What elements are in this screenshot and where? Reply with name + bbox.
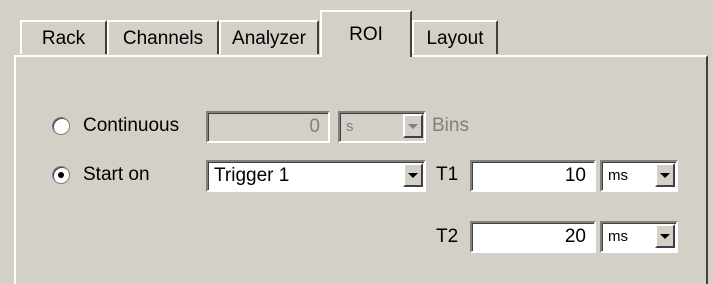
trigger-select[interactable]: Trigger 1: [206, 160, 426, 192]
t2-unit-select[interactable]: ms: [600, 221, 678, 253]
tab-rack[interactable]: Rack: [20, 20, 107, 54]
chevron-down-icon[interactable]: [403, 163, 423, 187]
continuous-unit-select[interactable]: s: [338, 111, 426, 143]
radio-selected-dot: [58, 172, 64, 178]
chevron-down-icon[interactable]: [655, 163, 675, 187]
t1-value: 10: [564, 165, 586, 186]
t1-unit-select[interactable]: ms: [600, 160, 678, 192]
tab-layout[interactable]: Layout: [412, 20, 498, 54]
tab-label: Channels: [122, 28, 204, 49]
tab-label: Analyzer: [232, 28, 306, 49]
t2-value: 20: [564, 226, 586, 247]
start-on-radio[interactable]: [52, 166, 70, 184]
tab-label: Rack: [41, 28, 86, 49]
trigger-value: Trigger 1: [214, 165, 290, 186]
tab-channels[interactable]: Channels: [107, 20, 219, 54]
continuous-radio[interactable]: [52, 117, 70, 135]
continuous-value-field[interactable]: 0: [206, 111, 330, 143]
tab-analyzer[interactable]: Analyzer: [219, 20, 319, 54]
tab-label: ROI: [349, 24, 383, 45]
continuous-unit-value: s: [346, 118, 354, 135]
tab-label: Layout: [426, 28, 484, 49]
t2-unit-value: ms: [608, 228, 628, 245]
continuous-value: 0: [309, 116, 320, 137]
t1-input[interactable]: 10: [470, 160, 596, 192]
t2-label: T2: [436, 226, 459, 247]
tab-roi[interactable]: ROI: [320, 10, 412, 57]
t2-input[interactable]: 20: [470, 221, 596, 253]
t1-unit-value: ms: [608, 167, 628, 184]
chevron-down-icon[interactable]: [403, 114, 423, 138]
chevron-down-icon[interactable]: [655, 224, 675, 248]
start-on-label[interactable]: Start on: [83, 164, 150, 186]
t1-label: T1: [436, 164, 459, 185]
bins-label: Bins: [432, 115, 469, 136]
continuous-label[interactable]: Continuous: [83, 115, 179, 137]
